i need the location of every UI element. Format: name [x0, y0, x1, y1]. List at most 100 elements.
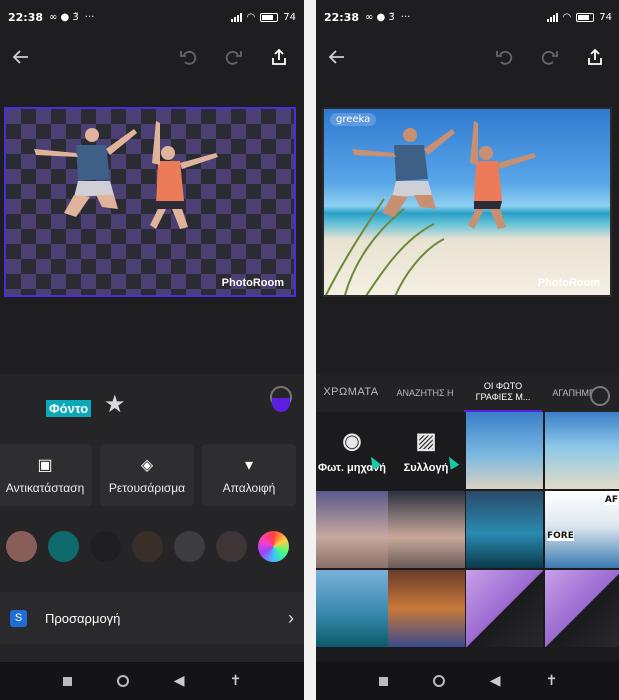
share-button[interactable]	[580, 42, 610, 72]
photo-thumbnail-ad[interactable]: AF FORE	[545, 491, 619, 568]
status-notifications: ∞ ● 3̈	[365, 11, 395, 23]
photo-thumbnail-jump[interactable]	[466, 412, 543, 489]
trash-icon: ▾	[244, 457, 254, 474]
redo-icon	[225, 50, 242, 65]
tab-search[interactable]: ΑΝΑΖΗΤΗΣ Η	[386, 374, 464, 412]
chevron-right-icon: ›	[288, 607, 294, 628]
tab-my-photos[interactable]: ΟΙ ΦΩΤΟ ΓΡΑΦΙΕΣ Μ...	[464, 374, 542, 412]
right-screen: 22:38 ∞ ● 3̈ ··· ◠ 74 greeka PhotoRoom Χ…	[316, 0, 619, 700]
share-icon	[588, 48, 602, 65]
photo-thumbnail-laptop-2[interactable]	[545, 570, 619, 647]
gallery-label: Συλλογή	[403, 461, 449, 474]
people-cutout-image	[34, 121, 218, 229]
layer-toggle-fill	[272, 398, 290, 412]
color-wheel-icon[interactable]	[258, 531, 289, 562]
replace-label: Αντικατάσταση	[5, 481, 85, 495]
accessibility-icon[interactable]: ✝	[230, 673, 242, 689]
photo-grid: ◉ Φωτ. μηχανή ▨ Συλλογή AF FORE	[316, 412, 619, 662]
camera-icon: ◉	[342, 427, 362, 453]
undo-button[interactable]	[174, 42, 204, 72]
status-bar: 22:38 ∞ ● 3̈ ··· ◠ 74	[316, 0, 619, 34]
share-button[interactable]	[264, 42, 294, 72]
photoroom-watermark: PhotoRoom	[537, 277, 600, 289]
wifi-icon: ◠	[246, 11, 256, 23]
photo-thumbnail-beach[interactable]	[545, 412, 619, 489]
back-button[interactable]	[322, 42, 352, 72]
greeka-tag: greeka	[330, 113, 377, 126]
adjust-label: Προσαρμογή	[45, 610, 121, 626]
beach-preview[interactable]: greeka PhotoRoom	[322, 107, 612, 297]
undo-icon	[496, 50, 513, 65]
status-bar: 22:38 ∞ ● 3̈ ··· ◠ 74	[0, 0, 304, 34]
share-icon	[272, 48, 286, 65]
redo-button[interactable]	[218, 42, 248, 72]
signal-icon	[546, 12, 558, 22]
gallery-icon: ▨	[415, 427, 437, 453]
tab-colors[interactable]: ΧΡΩΜΑΤΑ	[316, 374, 386, 412]
adjust-icon: S	[10, 609, 27, 627]
system-nav-bar: ◀ ✝	[0, 662, 304, 700]
more-dots-icon: ···	[84, 11, 95, 23]
undo-button[interactable]	[490, 42, 520, 72]
recents-button[interactable]	[62, 676, 72, 686]
swatch-gray[interactable]	[174, 531, 205, 562]
swatch-rose[interactable]	[6, 531, 37, 562]
camera-source-button[interactable]: ◉ Φωτ. μηχανή	[316, 412, 388, 489]
left-screen: 22:38 ∞ ● 3̈ ··· ◠ 74 PhotoRoom Φόντο ★ …	[0, 0, 304, 700]
photo-thumbnail-laptop-1[interactable]	[466, 570, 543, 647]
top-toolbar	[316, 38, 619, 78]
erase-label: Απαλοιφή	[222, 481, 276, 495]
adjust-row[interactable]: S Προσαρμογή ›	[0, 592, 304, 644]
back-triangle-icon[interactable]: ◀	[490, 673, 501, 689]
edit-panel: Φόντο ★ ▣ Αντικατάσταση ◈ Ρετουσάρισμα ▾…	[0, 374, 304, 662]
retouch-label: Ρετουσάρισμα	[108, 481, 186, 495]
photo-thumbnail-lake[interactable]	[466, 491, 543, 568]
photo-thumbnail-coast[interactable]	[316, 570, 393, 647]
erase-button[interactable]: ▾ Απαλοιφή	[202, 444, 296, 506]
photo-thumbnail-selfie-2[interactable]	[388, 491, 465, 568]
home-button[interactable]	[116, 675, 129, 687]
thumbnail-text-fore: FORE	[547, 531, 574, 541]
undo-icon	[180, 50, 197, 65]
tool-row: ▣ Αντικατάσταση ◈ Ρετουσάρισμα ▾ Απαλοιφ…	[0, 444, 304, 506]
photo-thumbnail-group[interactable]	[388, 570, 465, 647]
recents-button[interactable]	[378, 676, 388, 686]
swatch-teal[interactable]	[48, 531, 79, 562]
system-nav-bar: ◀ ✝	[316, 662, 619, 700]
background-label[interactable]: Φόντο	[46, 400, 92, 417]
status-time: 22:38	[8, 10, 44, 24]
cutout-preview[interactable]: PhotoRoom	[4, 107, 296, 297]
back-triangle-icon[interactable]: ◀	[174, 673, 185, 689]
battery-icon	[260, 12, 279, 22]
color-swatches	[6, 531, 289, 562]
status-notifications: ∞ ● 3̈	[49, 11, 79, 23]
home-button[interactable]	[432, 675, 445, 687]
photo-thumbnail-selfie-1[interactable]	[316, 491, 393, 568]
accessibility-icon[interactable]: ✝	[546, 673, 558, 689]
replace-image-icon: ▣	[37, 457, 53, 474]
background-tabs: ΧΡΩΜΑΤΑ ΑΝΑΖΗΤΗΣ Η ΟΙ ΦΩΤΟ ΓΡΑΦΙΕΣ Μ... …	[316, 374, 619, 412]
retouch-button[interactable]: ◈ Ρετουσάρισμα	[100, 444, 194, 506]
photoroom-watermark: PhotoRoom	[221, 277, 284, 289]
swatch-brown[interactable]	[132, 531, 163, 562]
signal-icon	[230, 12, 242, 22]
wifi-icon: ◠	[562, 11, 572, 23]
thumbnail-text-af: AF	[604, 495, 618, 505]
gallery-source-button[interactable]: ▨ Συλλογή	[390, 412, 462, 489]
back-button[interactable]	[6, 42, 36, 72]
tab-overlay-ring[interactable]	[590, 386, 610, 406]
battery-icon	[576, 12, 595, 22]
swatch-dark-mauve[interactable]	[216, 531, 247, 562]
swatch-black[interactable]	[90, 531, 121, 562]
battery-level: 74	[283, 11, 296, 23]
top-toolbar	[0, 38, 304, 78]
redo-button[interactable]	[534, 42, 564, 72]
battery-level: 74	[599, 11, 612, 23]
redo-icon	[541, 50, 558, 65]
more-dots-icon: ···	[400, 11, 411, 23]
favorite-star-icon[interactable]: ★	[104, 390, 126, 418]
people-on-beach-image	[324, 121, 536, 295]
replace-button[interactable]: ▣ Αντικατάσταση	[0, 444, 92, 506]
eraser-icon: ◈	[140, 457, 154, 474]
arrow-left-icon	[12, 50, 28, 64]
